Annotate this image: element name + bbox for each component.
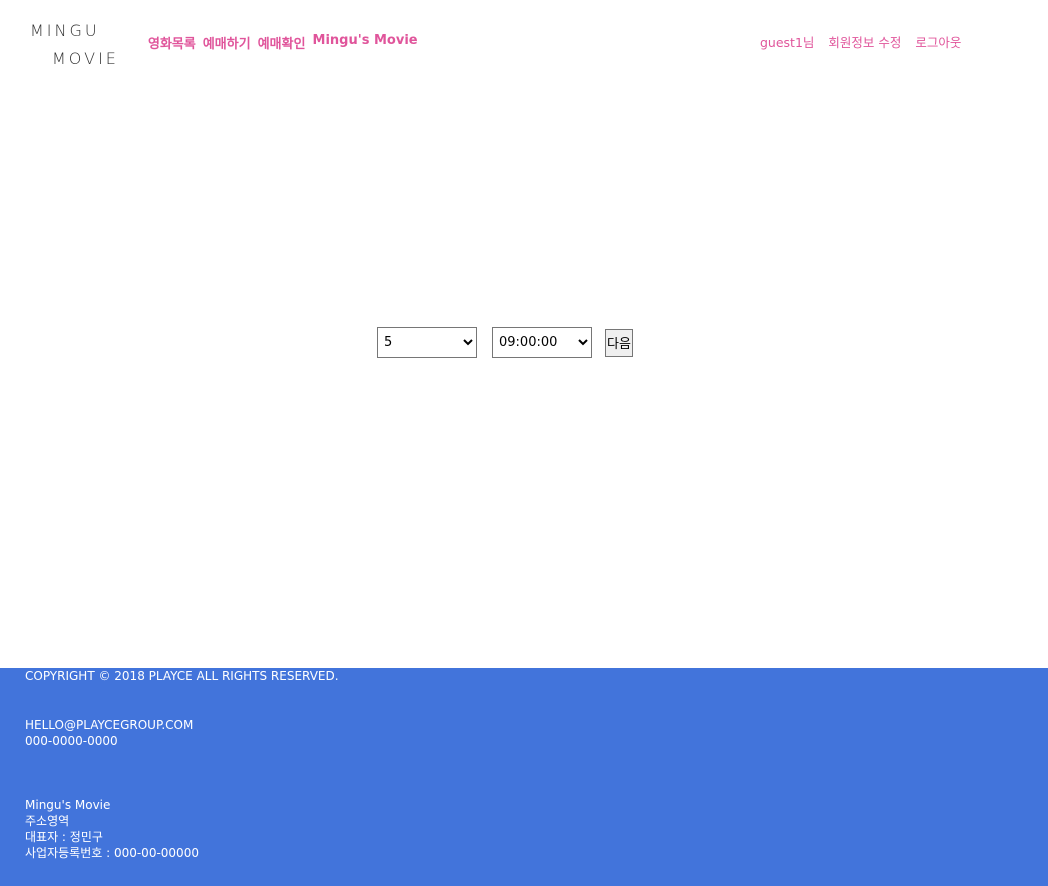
footer-company-name: Mingu's Movie	[25, 798, 111, 812]
main-nav: 영화목록 예매하기 예매확인 Mingu's Movie	[148, 33, 418, 52]
site-logo[interactable]: MINGU MOVIE	[30, 20, 122, 70]
footer-copyright: COPYRIGHT © 2018 PLAYCE ALL RIGHTS RESER…	[25, 669, 339, 683]
user-greeting: guest1님	[760, 35, 815, 50]
time-select[interactable]: 09:00:00	[492, 327, 592, 358]
footer-ceo: 대표자 : 정민구	[25, 830, 103, 844]
footer-email: HELLO@PLAYCEGROUP.COM	[25, 718, 194, 732]
logout-link[interactable]: 로그아웃	[915, 32, 961, 51]
nav-reserve-check-link[interactable]: 예매확인	[258, 33, 306, 52]
footer: COPYRIGHT © 2018 PLAYCE ALL RIGHTS RESER…	[0, 668, 1048, 886]
footer-company-info: Mingu's Movie 주소영역 대표자 : 정민구 사업자등록번호 : 0…	[25, 797, 199, 861]
nav-movies-link[interactable]: 영화목록	[148, 33, 196, 52]
logo-line-1: MINGU	[30, 21, 100, 40]
reservation-form: 5 09:00:00 다음	[377, 327, 633, 358]
footer-business-number: 사업자등록번호 : 000-00-00000	[25, 846, 199, 860]
next-button[interactable]: 다음	[605, 328, 633, 357]
footer-contact: HELLO@PLAYCEGROUP.COM 000-0000-0000	[25, 717, 193, 749]
footer-phone: 000-0000-0000	[25, 734, 118, 748]
nav-reserve-link[interactable]: 예매하기	[203, 33, 251, 52]
footer-address: 주소영역	[25, 814, 70, 828]
logo-line-2: MOVIE	[52, 49, 119, 68]
page: MINGU MOVIE 영화목록 예매하기 예매확인 Mingu's Movie…	[0, 0, 1048, 886]
user-nav: guest1님 회원정보 수정 로그아웃	[760, 32, 961, 51]
nav-site-name-link[interactable]: Mingu's Movie	[313, 33, 418, 52]
edit-profile-link[interactable]: 회원정보 수정	[828, 32, 901, 51]
number-select[interactable]: 5	[377, 327, 477, 358]
